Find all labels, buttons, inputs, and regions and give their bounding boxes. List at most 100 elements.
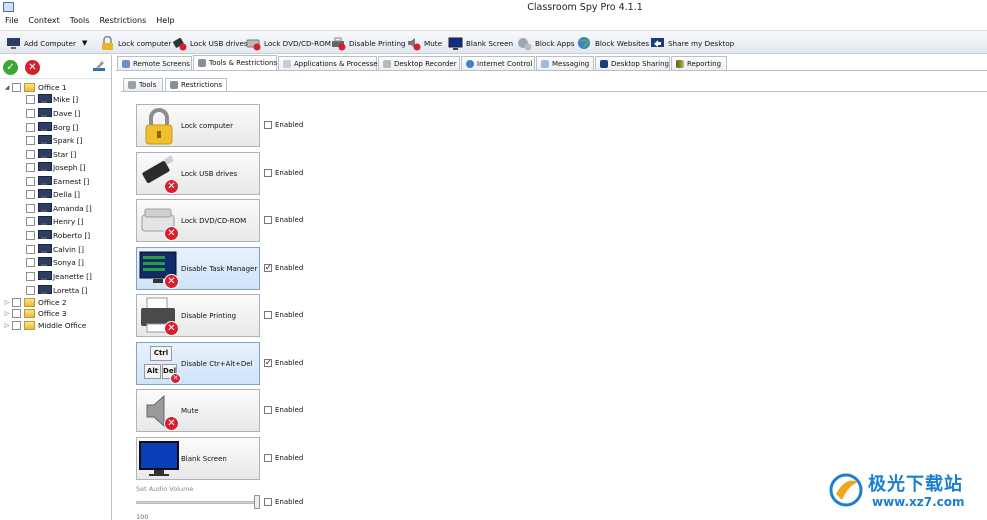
expand-arrow-icon[interactable]: ▷	[4, 299, 10, 306]
checkbox[interactable]	[264, 454, 272, 462]
menu-help[interactable]: Help	[151, 15, 179, 29]
disable-printing-enabled-checkbox[interactable]: Enabled	[264, 311, 303, 319]
group-checkbox[interactable]	[12, 320, 21, 330]
tree-item-computer[interactable]: Della []	[26, 188, 80, 200]
block-apps-button[interactable]: Block Apps ▾	[517, 34, 584, 52]
tree-item-computer[interactable]: Roberto []	[26, 229, 90, 241]
block-websites-button[interactable]: Block Websites ▾	[577, 34, 659, 52]
checkbox[interactable]: ✓	[264, 264, 272, 272]
computer-checkbox[interactable]	[26, 94, 35, 104]
tree-item-computer[interactable]: Amanda []	[26, 202, 92, 214]
computer-checkbox[interactable]	[26, 176, 35, 186]
checkbox[interactable]	[264, 406, 272, 414]
blank-screen-button[interactable]: Blank Screen	[448, 34, 513, 52]
tree-item-computer[interactable]: Earnest []	[26, 175, 89, 187]
computer-checkbox[interactable]	[26, 244, 35, 254]
tree-group-office-1[interactable]: ◢ Office 1	[4, 81, 67, 93]
computer-checkbox[interactable]	[26, 285, 35, 295]
collapse-arrow-icon[interactable]: ◢	[4, 84, 10, 91]
computer-checkbox[interactable]	[26, 189, 35, 199]
tree-group-middle-office[interactable]: ▷ Middle Office	[4, 319, 86, 331]
audio-volume-slider[interactable]	[136, 501, 260, 504]
tree-item-computer[interactable]: Star []	[26, 148, 76, 160]
tree-item-computer[interactable]: Calvin []	[26, 243, 84, 255]
subtab-restrictions[interactable]: Restrictions	[165, 78, 227, 91]
tab-internet-control[interactable]: Internet Control	[461, 56, 535, 70]
enabled-label: Enabled	[275, 498, 304, 506]
disable-task-manager-restriction-button[interactable]: ✕ Disable Task Manager	[136, 247, 260, 290]
lock-computer-button[interactable]: Lock computer	[100, 34, 171, 52]
menu-context[interactable]: Context	[23, 15, 64, 29]
tree-item-computer[interactable]: Joseph []	[26, 161, 86, 173]
computer-checkbox[interactable]	[26, 122, 35, 132]
disable-printing-restriction-button[interactable]: ✕ Disable Printing	[136, 294, 260, 337]
tree-item-computer[interactable]: Jeanette []	[26, 270, 92, 282]
checkbox[interactable]	[264, 169, 272, 177]
tree-group-office-3[interactable]: ▷ Office 3	[4, 307, 67, 319]
chevron-down-icon[interactable]: ▼	[82, 39, 87, 47]
menu-tools[interactable]: Tools	[65, 15, 95, 29]
menu-file[interactable]: File	[0, 15, 23, 29]
computer-checkbox[interactable]	[26, 162, 35, 172]
tree-item-computer[interactable]: Loretta []	[26, 284, 87, 296]
tree-item-computer[interactable]: Borg []	[26, 121, 78, 133]
lock-dvd-enabled-checkbox[interactable]: Enabled	[264, 216, 303, 224]
audio-volume-enabled-checkbox[interactable]: Enabled	[264, 498, 303, 506]
tree-item-computer[interactable]: Mike []	[26, 93, 78, 105]
computer-checkbox[interactable]	[26, 135, 35, 145]
tab-applications-processes[interactable]: Applications & Processes	[278, 56, 381, 70]
lock-computer-enabled-checkbox[interactable]: Enabled	[264, 121, 303, 129]
computer-checkbox[interactable]	[26, 257, 35, 267]
computer-checkbox[interactable]	[26, 149, 35, 159]
check-all-icon[interactable]: ✓	[3, 60, 18, 75]
tab-remote-screens[interactable]: Remote Screens	[117, 56, 192, 70]
menu-restrictions[interactable]: Restrictions	[94, 15, 151, 29]
subtab-tools[interactable]: Tools	[123, 78, 163, 91]
audio-volume-slider-thumb[interactable]	[254, 495, 260, 509]
group-checkbox[interactable]	[12, 82, 21, 92]
lock-usb-button[interactable]: Lock USB drives	[172, 34, 248, 52]
tab-tools-restrictions[interactable]: Tools & Restrictions	[193, 55, 277, 70]
lock-usb-restriction-button[interactable]: ✕ Lock USB drives	[136, 152, 260, 195]
checkbox[interactable]	[264, 216, 272, 224]
computer-checkbox[interactable]	[26, 271, 35, 281]
edit-icon[interactable]	[92, 59, 106, 73]
tab-messaging[interactable]: Messaging	[536, 56, 594, 70]
expand-arrow-icon[interactable]: ▷	[4, 322, 10, 329]
disable-task-manager-enabled-checkbox[interactable]: ✓ Enabled	[264, 264, 303, 272]
blank-screen-restriction-button[interactable]: Blank Screen	[136, 437, 260, 480]
checkbox[interactable]	[264, 311, 272, 319]
tab-reporting[interactable]: Reporting	[671, 56, 727, 70]
computer-icon	[38, 176, 52, 186]
disable-ctrl-alt-del-restriction-button[interactable]: Ctrl Alt Del ✕ Disable Ctr+Alt+Del	[136, 342, 260, 385]
disable-ctrl-alt-del-enabled-checkbox[interactable]: ✓ Enabled	[264, 359, 303, 367]
tab-desktop-recorder[interactable]: Desktop Recorder	[378, 56, 460, 70]
tree-item-computer[interactable]: Sonya []	[26, 256, 84, 268]
mute-enabled-checkbox[interactable]: Enabled	[264, 406, 303, 414]
checkbox[interactable]	[264, 121, 272, 129]
tree-item-computer[interactable]: Henry []	[26, 215, 83, 227]
group-checkbox[interactable]	[12, 308, 21, 318]
group-checkbox[interactable]	[12, 297, 21, 307]
lock-dvd-restriction-button[interactable]: ✕ Lock DVD/CD-ROM	[136, 199, 260, 242]
mute-button[interactable]: Mute	[406, 34, 442, 52]
expand-arrow-icon[interactable]: ▷	[4, 310, 10, 317]
computer-checkbox[interactable]	[26, 230, 35, 240]
computer-checkbox[interactable]	[26, 203, 35, 213]
checkbox[interactable]: ✓	[264, 359, 272, 367]
checkbox[interactable]	[264, 498, 272, 506]
add-computer-button[interactable]: Add Computer ▼	[6, 34, 87, 52]
computer-checkbox[interactable]	[26, 108, 35, 118]
tab-desktop-sharing[interactable]: Desktop Sharing	[595, 56, 670, 70]
uncheck-all-icon[interactable]: ✕	[25, 60, 40, 75]
lock-computer-restriction-button[interactable]: Lock computer	[136, 104, 260, 147]
tree-item-computer[interactable]: Spark []	[26, 134, 82, 146]
disable-printing-button[interactable]: Disable Printing	[331, 34, 406, 52]
blank-screen-enabled-checkbox[interactable]: Enabled	[264, 454, 303, 462]
share-desktop-button[interactable]: Share my Desktop	[650, 34, 734, 52]
mute-restriction-button[interactable]: ✕ Mute	[136, 389, 260, 432]
computer-checkbox[interactable]	[26, 216, 35, 226]
tree-item-computer[interactable]: Dave []	[26, 107, 80, 119]
lock-usb-enabled-checkbox[interactable]: Enabled	[264, 169, 303, 177]
lock-dvd-button[interactable]: Lock DVD/CD-ROM	[246, 34, 331, 52]
